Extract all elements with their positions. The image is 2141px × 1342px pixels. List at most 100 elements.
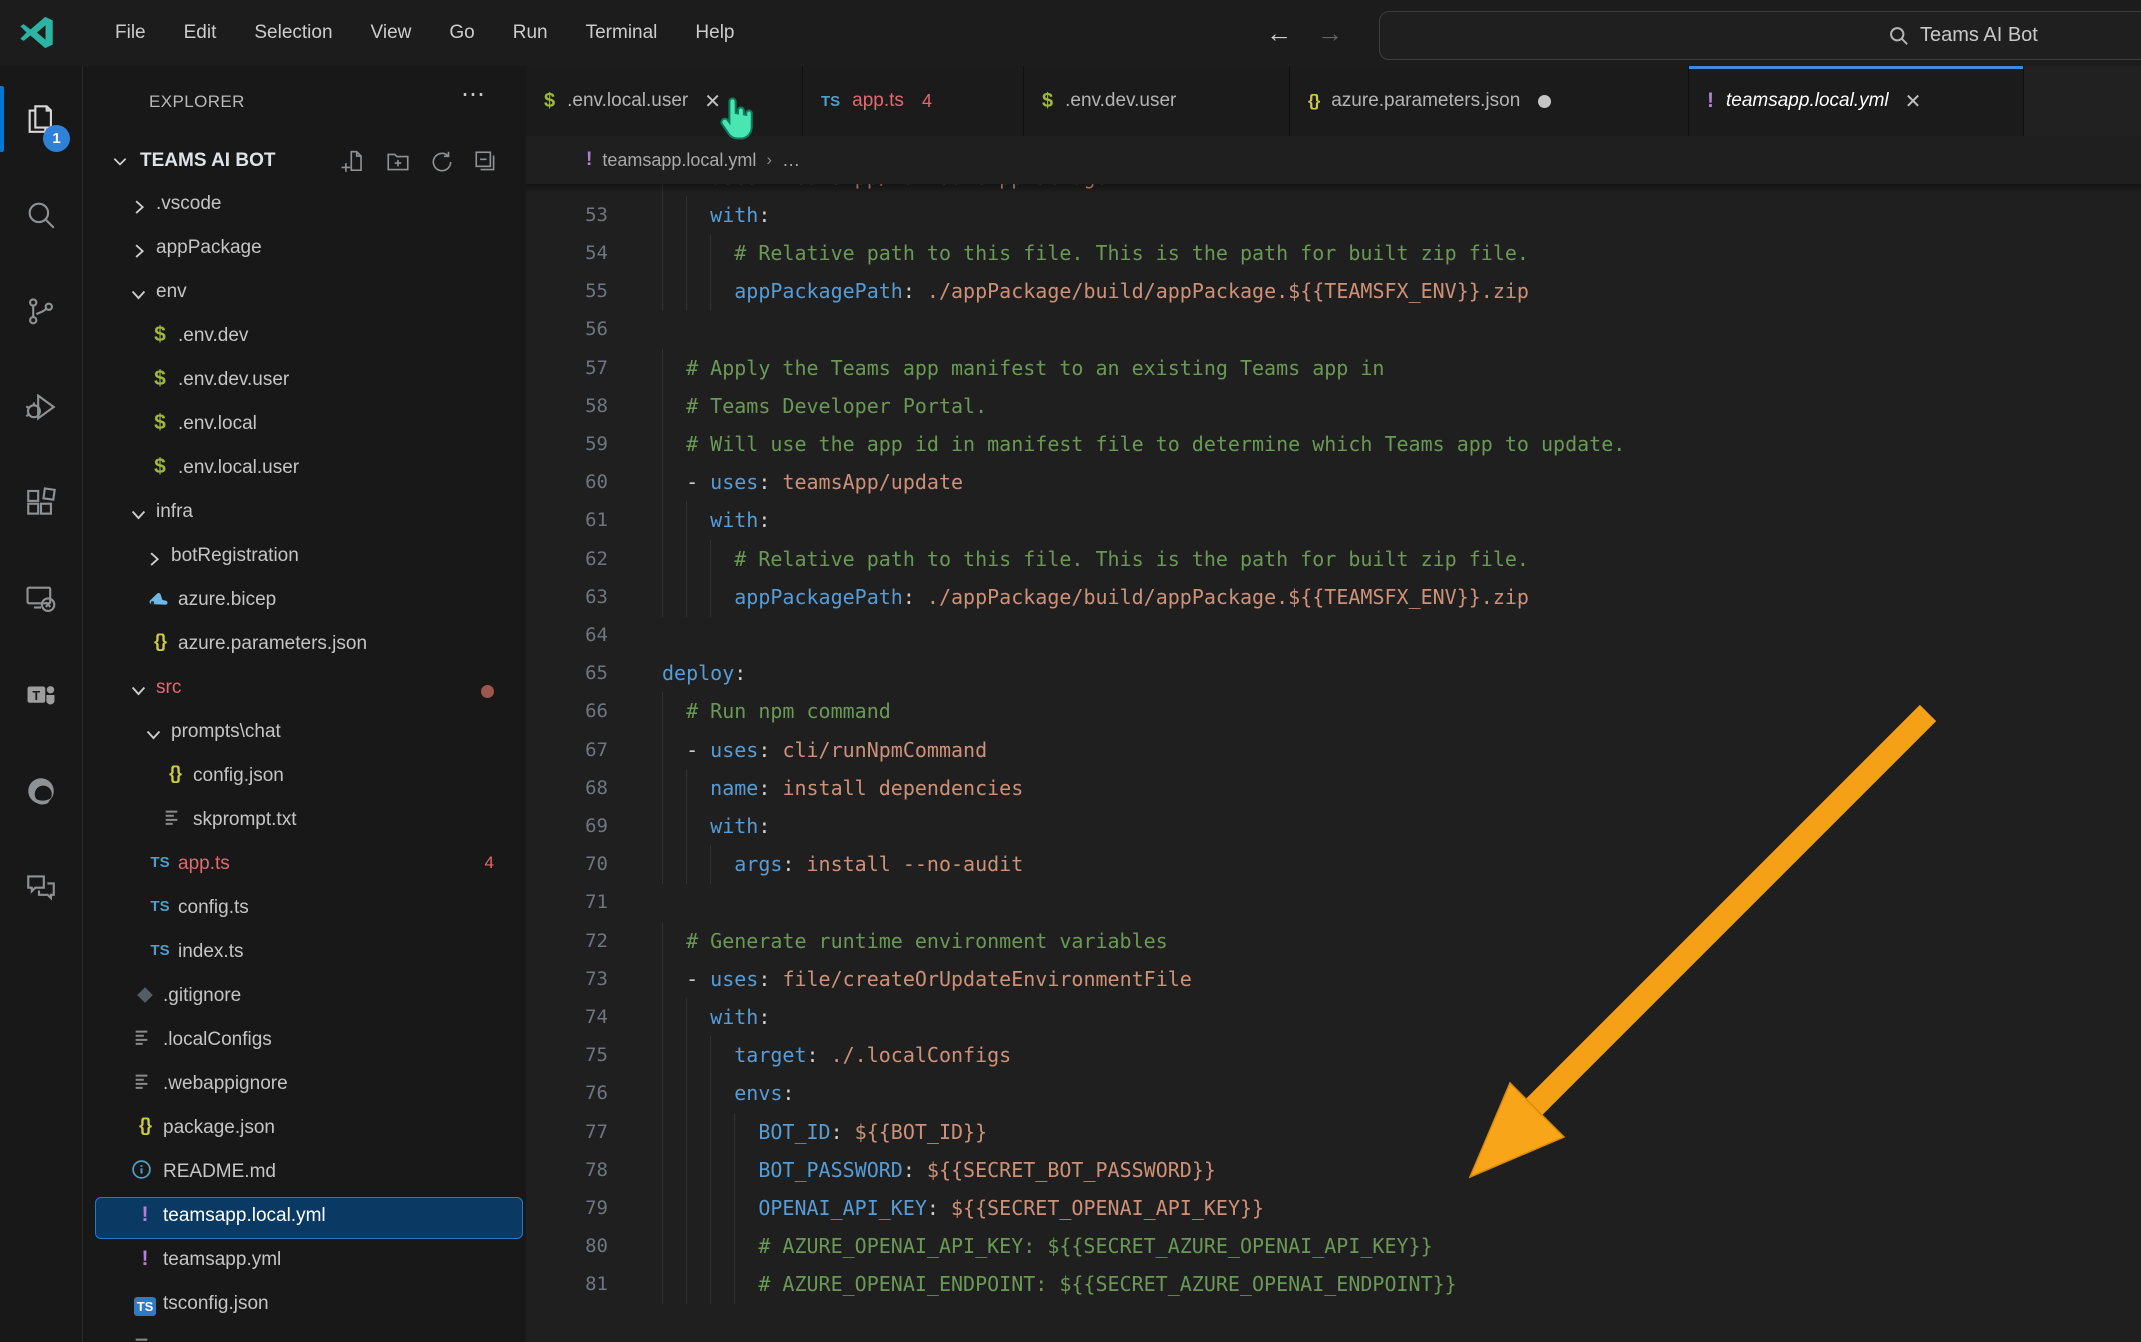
line-number[interactable]: 79 <box>526 1189 608 1227</box>
line-number[interactable]: 58 <box>526 387 608 425</box>
tree-item-.env.local.user[interactable]: $ .env.local.user <box>83 448 526 492</box>
line-number[interactable]: 55 <box>526 272 608 310</box>
tab-.env.dev.user[interactable]: $ .env.dev.user <box>1024 66 1290 136</box>
line-number[interactable]: 66 <box>526 692 608 730</box>
tree-item-appPackage[interactable]: appPackage <box>83 228 526 272</box>
line-number[interactable]: 75 <box>526 1036 608 1074</box>
tree-item-.env.dev[interactable]: $ .env.dev <box>83 316 526 360</box>
tree-item-teamsapp.local.yml[interactable]: ! teamsapp.local.yml <box>83 1196 526 1240</box>
code-line-70[interactable]: 70 args: install --no-audit <box>526 845 2141 885</box>
menu-run[interactable]: Run <box>494 22 567 44</box>
tree-item-config.ts[interactable]: TS config.ts <box>83 888 526 932</box>
code-line-59[interactable]: 59 # Will use the app id in manifest fil… <box>526 425 2141 464</box>
tree-item-.env.local[interactable]: $ .env.local <box>83 404 526 448</box>
code-line-66[interactable]: 66 # Run npm command <box>526 692 2141 732</box>
code-line-60[interactable]: 60 - uses: teamsApp/update <box>526 463 2141 503</box>
code-line-53[interactable]: 53 with: <box>526 195 2141 235</box>
code-line-73[interactable]: 73 - uses: file/createOrUpdateEnvironmen… <box>526 959 2141 999</box>
tree-item-.vscode[interactable]: .vscode <box>83 184 526 228</box>
tab-azure.parameters.json[interactable]: {} azure.parameters.json <box>1290 66 1689 136</box>
code-line-79[interactable]: 79 OPENAI_API_KEY: ${{SECRET_OPENAI_API_… <box>526 1189 2141 1228</box>
refresh-icon[interactable] <box>429 149 455 175</box>
tab-app.ts[interactable]: TS app.ts 4 <box>803 66 1024 136</box>
line-number[interactable]: 67 <box>526 731 608 769</box>
code-line-67[interactable]: 67 - uses: cli/runNpmCommand <box>526 730 2141 770</box>
line-number[interactable]: 56 <box>526 310 608 348</box>
code-line-56[interactable]: 56 <box>526 310 2141 349</box>
tree-item-.localConfigs[interactable]: .localConfigs <box>83 1020 526 1064</box>
activity-edge-browser-icon[interactable] <box>0 750 82 832</box>
code-line-72[interactable]: 72 # Generate runtime environment variab… <box>526 921 2141 961</box>
activity-run-debug-icon[interactable] <box>0 366 82 448</box>
command-center-searchbox[interactable]: Teams AI Bot <box>1379 11 2141 60</box>
project-root-row[interactable]: TEAMS AI BOT <box>83 140 526 184</box>
line-number[interactable]: 71 <box>526 883 608 921</box>
line-number[interactable]: 60 <box>526 463 608 501</box>
tree-item-README.md[interactable]: README.md <box>83 1152 526 1196</box>
code-line-80[interactable]: 80 # AZURE_OPENAI_API_KEY: ${{SECRET_AZU… <box>526 1227 2141 1267</box>
menu-help[interactable]: Help <box>676 22 753 44</box>
line-number[interactable]: 76 <box>526 1074 608 1112</box>
activity-teams-toolkit-icon[interactable]: T <box>0 654 82 736</box>
code-editor[interactable]: 52 - uses: teamsApp/validateAppPackage53… <box>526 184 2141 1342</box>
tree-item-teamsapp.yml[interactable]: ! teamsapp.yml <box>83 1240 526 1284</box>
new-file-icon[interactable] <box>341 149 367 175</box>
code-line-63[interactable]: 63 appPackagePath: ./appPackage/build/ap… <box>526 577 2141 617</box>
line-number[interactable]: 54 <box>526 234 608 272</box>
code-line-58[interactable]: 58 # Teams Developer Portal. <box>526 386 2141 426</box>
code-line-81[interactable]: 81 # AZURE_OPENAI_ENDPOINT: ${{SECRET_AZ… <box>526 1265 2141 1305</box>
tree-item-partial[interactable] <box>83 1328 526 1342</box>
line-number[interactable]: 70 <box>526 845 608 883</box>
code-line-77[interactable]: 77 BOT_ID: ${{BOT_ID}} <box>526 1112 2141 1152</box>
line-number[interactable]: 59 <box>526 425 608 463</box>
tree-item-azure.bicep[interactable]: azure.bicep <box>83 580 526 624</box>
line-number[interactable]: 69 <box>526 807 608 845</box>
tree-item-.webappignore[interactable]: .webappignore <box>83 1064 526 1108</box>
line-number[interactable]: 72 <box>526 922 608 960</box>
tree-item-.env.dev.user[interactable]: $ .env.dev.user <box>83 360 526 404</box>
code-line-69[interactable]: 69 with: <box>526 807 2141 846</box>
code-line-65[interactable]: 65 deploy: <box>526 654 2141 693</box>
line-number[interactable]: 57 <box>526 349 608 387</box>
tree-item-skprompt.txt[interactable]: skprompt.txt <box>83 800 526 844</box>
line-number[interactable]: 81 <box>526 1265 608 1303</box>
code-line-68[interactable]: 68 name: install dependencies <box>526 768 2141 808</box>
breadcrumb[interactable]: ! teamsapp.local.yml › … <box>526 136 2141 184</box>
line-number[interactable]: 52 <box>526 184 608 196</box>
code-line-54[interactable]: 54 # Relative path to this file. This is… <box>526 234 2141 273</box>
line-number[interactable]: 68 <box>526 769 608 807</box>
tree-item-infra[interactable]: infra <box>83 492 526 536</box>
tree-item-index.ts[interactable]: TS index.ts <box>83 932 526 976</box>
activity-remote-explorer-icon[interactable] <box>0 558 82 640</box>
breadcrumb-ellipsis[interactable]: … <box>782 150 800 171</box>
line-number[interactable]: 64 <box>526 616 608 654</box>
code-line-57[interactable]: 57 # Apply the Teams app manifest to an … <box>526 348 2141 388</box>
line-number[interactable]: 62 <box>526 540 608 578</box>
collapse-all-icon[interactable] <box>473 149 499 175</box>
line-number[interactable]: 61 <box>526 501 608 539</box>
activity-extensions-icon[interactable] <box>0 462 82 544</box>
nav-back-button[interactable]: ← <box>1266 0 1292 66</box>
code-line-78[interactable]: 78 BOT_PASSWORD: ${{SECRET_BOT_PASSWORD}… <box>526 1150 2141 1190</box>
code-line-74[interactable]: 74 with: <box>526 998 2141 1037</box>
tree-item-src[interactable]: src <box>83 668 526 712</box>
tab-.env.local.user[interactable]: $ .env.local.user ✕ <box>526 66 803 136</box>
tree-item-tsconfig.json[interactable]: TS tsconfig.json <box>83 1284 526 1328</box>
tree-item-config.json[interactable]: {} config.json <box>83 756 526 800</box>
nav-forward-button[interactable]: → <box>1317 0 1343 66</box>
code-line-62[interactable]: 62 # Relative path to this file. This is… <box>526 539 2141 579</box>
menu-selection[interactable]: Selection <box>235 22 351 44</box>
line-number[interactable]: 80 <box>526 1227 608 1265</box>
line-number[interactable]: 63 <box>526 578 608 616</box>
activity-comments-icon[interactable] <box>0 846 82 928</box>
code-line-52[interactable]: 52 - uses: teamsApp/validateAppPackage <box>526 184 2141 197</box>
activity-source-control-icon[interactable] <box>0 270 82 352</box>
code-line-76[interactable]: 76 envs: <box>526 1074 2141 1114</box>
menu-go[interactable]: Go <box>430 22 493 44</box>
line-number[interactable]: 65 <box>526 654 608 692</box>
tree-item-env[interactable]: env <box>83 272 526 316</box>
code-line-55[interactable]: 55 appPackagePath: ./appPackage/build/ap… <box>526 272 2141 312</box>
code-line-75[interactable]: 75 target: ./.localConfigs <box>526 1036 2141 1076</box>
new-folder-icon[interactable] <box>385 149 411 175</box>
breadcrumb-file[interactable]: teamsapp.local.yml <box>602 150 756 171</box>
